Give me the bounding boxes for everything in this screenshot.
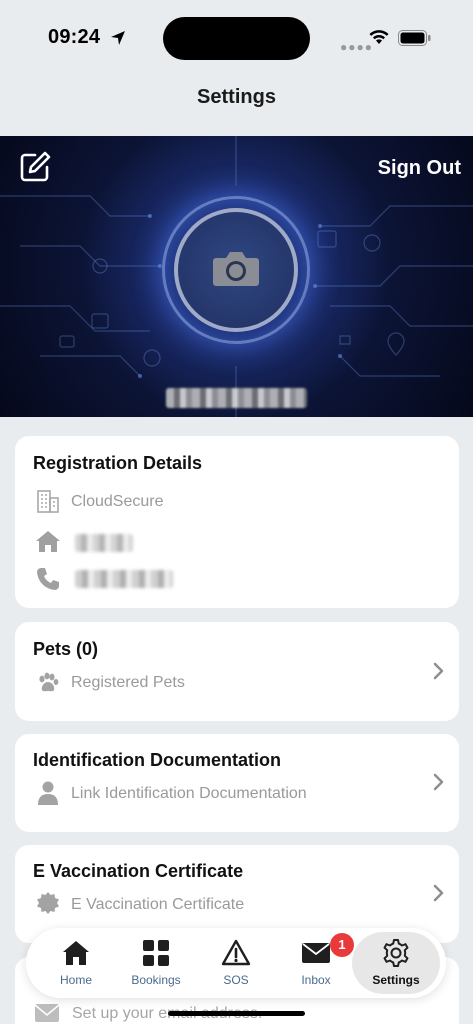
chevron-right-icon (433, 662, 444, 680)
battery-icon (398, 30, 431, 46)
tab-home[interactable]: Home (36, 928, 116, 998)
pets-card[interactable]: Pets (0) Registered Pets (15, 622, 459, 721)
chevron-right-icon (433, 773, 444, 791)
pets-title: Pets (0) (33, 639, 99, 659)
mail-icon (302, 943, 330, 963)
certificate-seal-icon (37, 892, 59, 914)
tab-bookings-label: Bookings (131, 973, 181, 987)
home-address-icon (36, 531, 60, 552)
tab-home-label: Home (59, 973, 92, 987)
wifi-icon (369, 30, 389, 44)
status-time: 09:24 (48, 26, 101, 48)
profile-name-redacted (166, 388, 307, 408)
profile-banner: Sign Out (0, 136, 473, 417)
tab-settings-label: Settings (372, 973, 420, 987)
vaccination-title: E Vaccination Certificate (33, 861, 244, 881)
gear-icon (383, 939, 409, 967)
person-icon (38, 781, 58, 805)
pets-subtitle: Registered Pets (71, 674, 185, 691)
chevron-right-icon (433, 884, 444, 902)
tab-bar: Home Bookings SOS Inbox 1 Settings (26, 928, 446, 998)
home-icon (63, 941, 89, 965)
tab-sos-label: SOS (223, 973, 249, 987)
sign-out-button[interactable]: Sign Out (378, 157, 461, 180)
identification-card[interactable]: Identification Documentation Link Identi… (15, 734, 459, 832)
grid-icon (143, 940, 169, 966)
tab-sos[interactable]: SOS (196, 928, 276, 998)
tab-inbox-label: Inbox (301, 973, 331, 987)
building-icon (37, 490, 59, 513)
phone-redacted (75, 570, 173, 588)
page-title: Settings (197, 86, 276, 108)
company-name: CloudSecure (71, 493, 164, 510)
identification-title: Identification Documentation (33, 750, 282, 770)
paw-icon (39, 672, 59, 692)
phone-icon (37, 568, 59, 590)
home-indicator (168, 1011, 305, 1016)
dynamic-island (163, 17, 310, 60)
edit-profile-icon[interactable] (18, 150, 52, 184)
tab-settings[interactable]: Settings (352, 932, 440, 994)
warning-icon (221, 939, 251, 966)
address-redacted (75, 534, 133, 552)
location-arrow-icon (111, 31, 125, 45)
vaccination-subtitle: E Vaccination Certificate (71, 896, 245, 913)
inbox-badge: 1 (330, 933, 354, 957)
camera-icon[interactable] (212, 248, 260, 288)
registration-title: Registration Details (33, 453, 203, 473)
tab-bookings[interactable]: Bookings (116, 928, 196, 998)
envelope-icon (34, 1004, 60, 1022)
identification-subtitle: Link Identification Documentation (71, 785, 307, 802)
registration-details-card[interactable]: Registration Details CloudSecure (15, 436, 459, 608)
status-bar: 09:24 ●●●● (0, 0, 473, 76)
